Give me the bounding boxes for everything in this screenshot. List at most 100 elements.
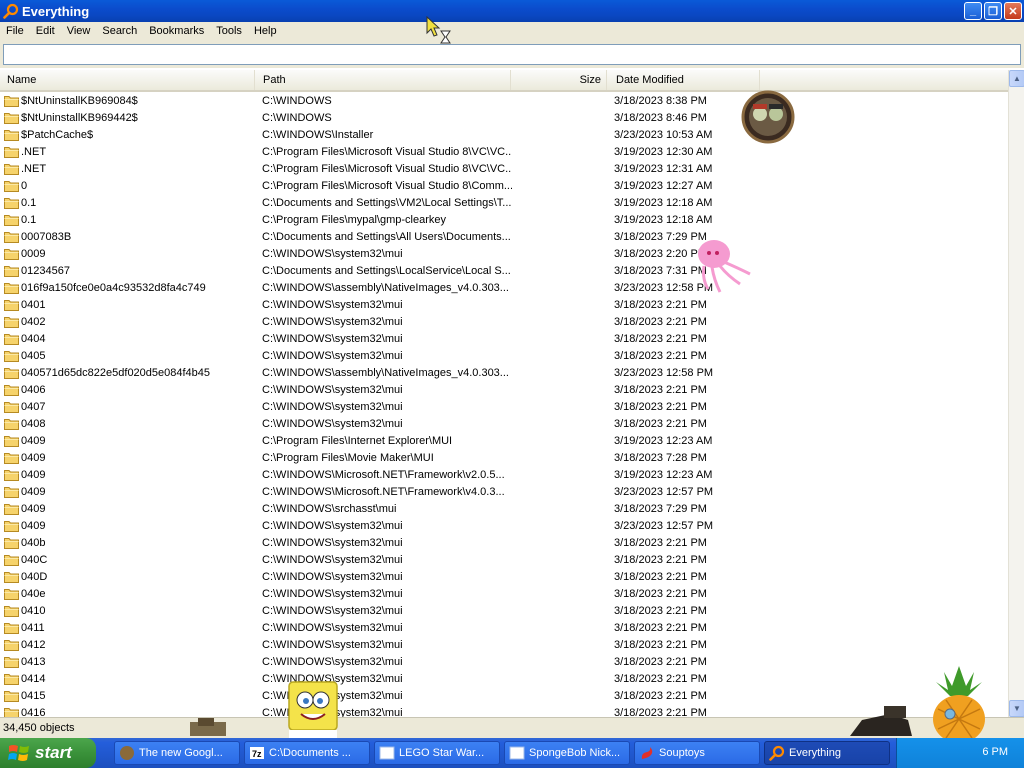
table-row[interactable]: 040D C:\WINDOWS\system32\mui 3/18/2023 2:2… xyxy=(0,569,1008,586)
row-date: 3/18/2023 2:21 PM xyxy=(614,401,707,413)
close-button[interactable]: ✕ xyxy=(1004,2,1022,20)
row-date: 3/23/2023 10:53 AM xyxy=(614,129,713,141)
row-name: 0414 xyxy=(21,673,46,685)
folder-icon xyxy=(4,639,19,651)
row-path: C:\WINDOWS\system32\mui xyxy=(262,418,403,430)
arrow-down-icon: ▼ xyxy=(1013,704,1021,713)
row-path: C:\WINDOWS\system32\mui xyxy=(262,333,403,345)
column-size-header[interactable]: Size xyxy=(511,70,607,90)
table-row[interactable]: 040b C:\WINDOWS\system32\mui 3/18/2023 2:2… xyxy=(0,535,1008,552)
table-row[interactable]: 0.1 C:\Program Files\mypal\gmp-clearkey 3/… xyxy=(0,212,1008,229)
table-row[interactable]: 0409 C:\WINDOWS\Microsoft.NET\Framework\v… xyxy=(0,484,1008,501)
minimize-button[interactable]: _ xyxy=(964,2,982,20)
pink-jellyfish-icon xyxy=(698,240,751,293)
table-row[interactable]: 0007083B C:\Documents and Settings\All Us… xyxy=(0,229,1008,246)
row-path: C:\WINDOWS\system32\mui xyxy=(262,537,403,549)
clock[interactable]: 6 PM xyxy=(982,746,1008,758)
table-row[interactable]: .NET C:\Program Files\Microsoft Visual St… xyxy=(0,144,1008,161)
results-list[interactable]: $NtUninstallKB969084$ C:\WINDOWS 3/18/2023… xyxy=(0,93,1008,717)
title-bar[interactable]: Everything _ ❐ ✕ xyxy=(0,0,1024,22)
taskbar-item-7zip[interactable]: 7z C:\Documents ... xyxy=(244,741,370,765)
search-input[interactable] xyxy=(3,44,1021,65)
menu-file[interactable]: File xyxy=(0,22,30,41)
window-icon xyxy=(379,746,395,760)
row-date: 3/23/2023 12:57 PM xyxy=(614,486,714,498)
row-path: C:\WINDOWS\system32\mui xyxy=(262,401,403,413)
table-row[interactable]: 0411 C:\WINDOWS\system32\mui 3/18/2023 2:2… xyxy=(0,620,1008,637)
row-path: C:\WINDOWS xyxy=(262,95,332,107)
table-row[interactable]: 0409 C:\WINDOWS\Microsoft.NET\Framework\v… xyxy=(0,467,1008,484)
mouse-cursor-busy-icon xyxy=(426,16,451,44)
table-row[interactable]: 0407 C:\WINDOWS\system32\mui 3/18/2023 2:2… xyxy=(0,399,1008,416)
table-row[interactable]: 0406 C:\WINDOWS\system32\mui 3/18/2023 2:2… xyxy=(0,382,1008,399)
row-date: 3/23/2023 12:57 PM xyxy=(614,520,714,532)
table-row[interactable]: 040571d65dc822e5df020d5e084f4b45 C:\WINDO… xyxy=(0,365,1008,382)
row-name: 0405 xyxy=(21,350,46,362)
folder-icon xyxy=(4,673,19,685)
table-row[interactable]: 0009 C:\WINDOWS\system32\mui 3/18/2023 2:2… xyxy=(0,246,1008,263)
row-name: .NET xyxy=(21,163,47,175)
table-row[interactable]: 0413 C:\WINDOWS\system32\mui 3/18/2023 2:2… xyxy=(0,654,1008,671)
folder-icon xyxy=(4,197,19,209)
table-row[interactable]: $NtUninstallKB969442$ C:\WINDOWS 3/18/2023… xyxy=(0,110,1008,127)
menu-help[interactable]: Help xyxy=(248,22,283,41)
menu-bookmarks[interactable]: Bookmarks xyxy=(143,22,210,41)
table-row[interactable]: 040C C:\WINDOWS\system32\mui 3/18/2023 2:2… xyxy=(0,552,1008,569)
table-row[interactable]: 0409 C:\Program Files\Internet Explorer\M… xyxy=(0,433,1008,450)
row-date: 3/18/2023 2:21 PM xyxy=(614,707,707,717)
taskbar-item-everything[interactable]: Everything xyxy=(764,741,890,765)
table-row[interactable]: 0404 C:\WINDOWS\system32\mui 3/18/2023 2:2… xyxy=(0,331,1008,348)
table-row[interactable]: 0409 C:\WINDOWS\system32\mui 3/23/2023 12:… xyxy=(0,518,1008,535)
row-path: C:\Documents and Settings\VM2\Local Sett… xyxy=(262,197,512,209)
row-name: 040C xyxy=(21,554,48,566)
table-row[interactable]: 0405 C:\WINDOWS\system32\mui 3/18/2023 2:2… xyxy=(0,348,1008,365)
table-row[interactable]: 0402 C:\WINDOWS\system32\mui 3/18/2023 2:2… xyxy=(0,314,1008,331)
folder-icon xyxy=(4,231,19,243)
taskbar-item-browser[interactable]: The new Googl... xyxy=(114,741,240,765)
table-row[interactable]: $PatchCache$ C:\WINDOWS\Installer 3/23/202… xyxy=(0,127,1008,144)
scroll-up-button[interactable]: ▲ xyxy=(1009,70,1024,87)
tank-toy-icon xyxy=(190,718,226,736)
row-name: 0.1 xyxy=(21,214,37,226)
table-row[interactable]: 0.1 C:\Documents and Settings\VM2\Local S… xyxy=(0,195,1008,212)
table-row[interactable]: 0410 C:\WINDOWS\system32\mui 3/18/2023 2:2… xyxy=(0,603,1008,620)
7zip-icon: 7z xyxy=(250,747,264,759)
folder-icon xyxy=(4,690,19,702)
maximize-button[interactable]: ❐ xyxy=(984,2,1002,20)
table-row[interactable]: 01234567 C:\Documents and Settings\LocalS… xyxy=(0,263,1008,280)
menu-search[interactable]: Search xyxy=(96,22,143,41)
row-name: 0407 xyxy=(21,401,46,413)
table-row[interactable]: 0412 C:\WINDOWS\system32\mui 3/18/2023 2:2… xyxy=(0,637,1008,654)
row-date: 3/18/2023 2:21 PM xyxy=(614,605,707,617)
row-path: C:\WINDOWS\system32\mui xyxy=(262,350,403,362)
start-button[interactable]: start xyxy=(0,738,96,768)
table-row[interactable]: 0 C:\Program Files\Microsoft Visual Studi… xyxy=(0,178,1008,195)
taskbar-item-spongebob[interactable]: SpongeBob Nick... xyxy=(504,741,630,765)
vertical-scrollbar[interactable]: ▲ ▼ xyxy=(1008,70,1024,717)
table-row[interactable]: $NtUninstallKB969084$ C:\WINDOWS 3/18/2023… xyxy=(0,93,1008,110)
folder-icon xyxy=(4,316,19,328)
taskbar-item-label: SpongeBob Nick... xyxy=(529,747,621,759)
table-row[interactable]: 016f9a150fce0e0a4c93532d8fa4c749 C:\WINDO… xyxy=(0,280,1008,297)
table-row[interactable]: 040e C:\WINDOWS\system32\mui 3/18/2023 2:2… xyxy=(0,586,1008,603)
scroll-down-button[interactable]: ▼ xyxy=(1009,700,1024,717)
menu-view[interactable]: View xyxy=(61,22,97,41)
table-row[interactable]: 0401 C:\WINDOWS\system32\mui 3/18/2023 2:2… xyxy=(0,297,1008,314)
table-row[interactable]: .NET C:\Program Files\Microsoft Visual St… xyxy=(0,161,1008,178)
taskbar-item-lego[interactable]: LEGO Star War... xyxy=(374,741,500,765)
table-row[interactable]: 0414 C:\WINDOWS\system32\mui 3/18/2023 2:2… xyxy=(0,671,1008,688)
menu-tools[interactable]: Tools xyxy=(210,22,248,41)
table-row[interactable]: 0408 C:\WINDOWS\system32\mui 3/18/2023 2:2… xyxy=(0,416,1008,433)
folder-icon xyxy=(4,367,19,379)
column-path-header[interactable]: Path xyxy=(255,70,511,90)
row-name: 0.1 xyxy=(21,197,37,209)
table-row[interactable]: 0409 C:\Program Files\Movie Maker\MUI 3/18… xyxy=(0,450,1008,467)
column-name-header[interactable]: Name xyxy=(0,70,255,90)
column-date-header[interactable]: Date Modified xyxy=(607,70,760,90)
row-date: 3/18/2023 2:21 PM xyxy=(614,656,707,668)
row-name: 0411 xyxy=(21,622,45,634)
taskbar-item-souptoys[interactable]: Souptoys xyxy=(634,741,760,765)
table-row[interactable]: 0409 C:\WINDOWS\srchasst\mui 3/18/2023 7:2… xyxy=(0,501,1008,518)
menu-edit[interactable]: Edit xyxy=(30,22,61,41)
row-name: $PatchCache$ xyxy=(21,129,94,141)
